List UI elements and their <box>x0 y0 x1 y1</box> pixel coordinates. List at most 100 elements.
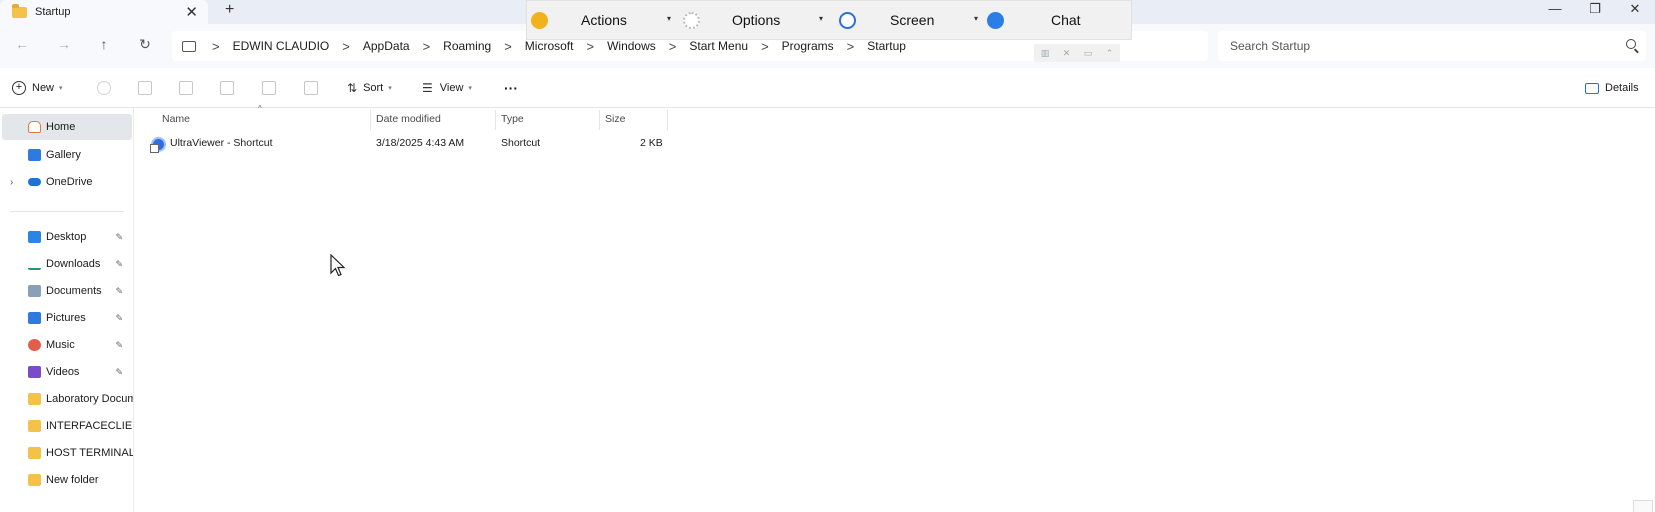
gear-icon[interactable] <box>683 12 700 29</box>
collapse-icon[interactable]: ⌃ <box>1106 48 1114 59</box>
column-divider[interactable] <box>495 110 496 130</box>
sidebar-item-label: Documents <box>46 285 102 297</box>
column-header-type[interactable]: Type <box>501 108 524 130</box>
up-button[interactable]: ↑ <box>92 36 116 52</box>
screen-menu[interactable]: Screen <box>890 1 934 39</box>
chevron-right-icon[interactable]: › <box>10 177 13 188</box>
new-tab-button[interactable]: + <box>225 1 234 19</box>
pin-icon[interactable]: ✎ <box>115 232 123 243</box>
search-icon[interactable] <box>1626 39 1636 49</box>
actions-icon[interactable] <box>531 12 548 29</box>
pin-icon[interactable]: ✎ <box>115 313 123 324</box>
sidebar-item-downloads[interactable]: Downloads ✎ <box>0 251 133 277</box>
sidebar-item-new-folder[interactable]: New folder <box>0 467 133 493</box>
close-small-icon[interactable]: ✕ <box>1063 48 1071 59</box>
delete-icon[interactable] <box>304 81 318 95</box>
resize-grip[interactable] <box>1633 500 1653 512</box>
chat-icon[interactable] <box>987 12 1004 29</box>
chevron-down-icon: ▾ <box>468 85 472 92</box>
column-header-name[interactable]: Name <box>162 108 190 130</box>
sidebar-item-documents[interactable]: Documents ✎ <box>0 278 133 304</box>
sidebar-item-label: New folder <box>46 474 99 486</box>
chat-button[interactable]: Chat <box>1051 1 1081 39</box>
sidebar-item-desktop[interactable]: Desktop ✎ <box>0 224 133 250</box>
breadcrumb-item[interactable]: Microsoft <box>525 39 574 53</box>
plus-circle-icon: + <box>12 81 26 95</box>
sidebar-item-interfaceclient[interactable]: INTERFACECLIENT_ <box>0 413 133 439</box>
pin-icon[interactable]: ✎ <box>115 259 123 270</box>
paste-icon[interactable] <box>179 81 193 95</box>
screen-caret-icon[interactable]: ▾ <box>974 14 978 23</box>
restore-button[interactable]: ❐ <box>1580 1 1610 17</box>
breadcrumb-item[interactable]: AppData <box>363 39 410 53</box>
sidebar-item-label: INTERFACECLIENT_ <box>46 420 133 432</box>
file-explorer-window: Startup ✕ + — ❐ ✕ ← → ↑ ↻ > EDWIN CLAUDI… <box>0 0 1655 512</box>
cut-icon[interactable] <box>97 81 111 95</box>
sidebar-item-label: Music <box>46 339 75 351</box>
sidebar-item-gallery[interactable]: Gallery <box>0 142 133 168</box>
search-input[interactable] <box>1230 39 1610 53</box>
sidebar-item-music[interactable]: Music ✎ <box>0 332 133 358</box>
monitor-icon[interactable]: ▭ <box>1084 48 1093 59</box>
search-box[interactable] <box>1218 31 1646 61</box>
actions-caret-icon[interactable]: ▾ <box>667 14 671 23</box>
sidebar-item-pictures[interactable]: Pictures ✎ <box>0 305 133 331</box>
column-divider[interactable] <box>370 110 371 130</box>
column-header-date-modified[interactable]: Date modified <box>376 108 441 130</box>
breadcrumb-separator: > <box>504 38 512 54</box>
sidebar-item-label: Desktop <box>46 231 87 243</box>
sidebar-item-laboratory-documents[interactable]: Laboratory Docume <box>0 386 133 412</box>
folder-icon <box>28 447 41 459</box>
share-icon[interactable] <box>262 81 276 95</box>
sort-button[interactable]: ⇅ Sort ▾ <box>347 79 392 97</box>
forward-button[interactable]: → <box>52 36 76 52</box>
file-date-modified: 3/18/2025 4:43 AM <box>376 137 465 149</box>
options-caret-icon[interactable]: ▾ <box>819 14 823 23</box>
breadcrumb-separator: > <box>586 38 595 54</box>
close-window-button[interactable]: ✕ <box>1620 1 1650 17</box>
copy-icon[interactable] <box>138 81 152 95</box>
minimize-button[interactable]: — <box>1540 1 1570 16</box>
tab-close-icon[interactable]: ✕ <box>185 3 198 21</box>
breadcrumb-separator: > <box>761 38 769 54</box>
column-divider[interactable] <box>599 110 600 130</box>
column-header-size[interactable]: Size <box>605 108 625 130</box>
more-options-button[interactable]: ··· <box>504 79 518 97</box>
refresh-button[interactable]: ↻ <box>133 36 157 53</box>
breadcrumb-item[interactable]: Start Menu <box>689 39 748 53</box>
sidebar-item-videos[interactable]: Videos ✎ <box>0 359 133 385</box>
breadcrumb-item[interactable]: EDWIN CLAUDIO <box>233 39 330 53</box>
pin-icon[interactable]: ✎ <box>115 340 123 351</box>
screen-icon[interactable] <box>839 12 856 29</box>
options-menu[interactable]: Options <box>732 1 780 39</box>
grip-icon[interactable]: ▥ <box>1041 48 1050 59</box>
pin-icon[interactable]: ✎ <box>115 286 123 297</box>
sidebar-item-label: OneDrive <box>46 176 93 188</box>
new-button[interactable]: + New ▾ <box>12 79 63 97</box>
view-button[interactable]: ☰ View ▾ <box>422 79 472 97</box>
breadcrumb-item[interactable]: Programs <box>782 39 834 53</box>
sidebar-item-onedrive[interactable]: › OneDrive <box>0 169 133 195</box>
sidebar-item-host-terminal[interactable]: HOST TERMINAL T( <box>0 440 133 466</box>
pin-icon[interactable]: ✎ <box>115 367 123 378</box>
sidebar-item-label: Videos <box>46 366 80 378</box>
sidebar-item-label: Laboratory Docume <box>46 393 133 405</box>
file-row[interactable]: UltraViewer - Shortcut 3/18/2025 4:43 AM… <box>148 134 668 154</box>
sort-icon: ⇅ <box>347 81 358 95</box>
breadcrumb-item[interactable]: Roaming <box>443 39 491 53</box>
actions-menu[interactable]: Actions <box>581 1 627 39</box>
sidebar-item-home[interactable]: Home <box>2 114 132 140</box>
folder-icon <box>28 393 41 405</box>
tab-startup[interactable]: Startup ✕ <box>0 0 208 24</box>
column-divider[interactable] <box>667 110 668 130</box>
download-icon <box>28 258 41 270</box>
document-icon <box>28 285 41 297</box>
breadcrumb-item[interactable]: Windows <box>607 39 656 53</box>
breadcrumb-separator: > <box>342 38 350 54</box>
chevron-down-icon: ▾ <box>59 85 63 92</box>
rename-icon[interactable] <box>220 81 234 95</box>
details-button[interactable]: Details <box>1585 79 1639 97</box>
breadcrumb-current[interactable]: Startup <box>867 39 906 53</box>
videos-icon <box>28 366 41 378</box>
back-button[interactable]: ← <box>10 36 34 52</box>
